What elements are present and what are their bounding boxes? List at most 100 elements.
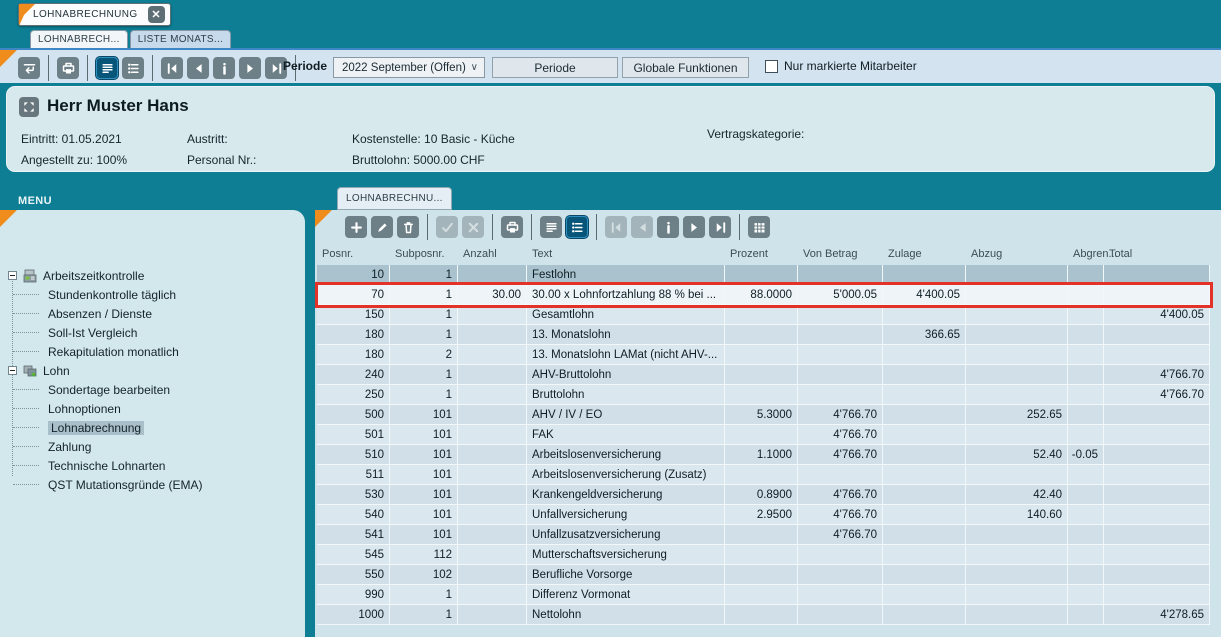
- cell: [883, 405, 966, 425]
- close-icon[interactable]: ✕: [148, 6, 165, 23]
- return-arrow-button[interactable]: [18, 57, 40, 79]
- justify-button[interactable]: [96, 57, 118, 79]
- sidebar-item-label: Lohnabrechnung: [48, 421, 144, 435]
- justify-button[interactable]: [540, 216, 562, 238]
- cell: 13. Monatslohn: [527, 325, 725, 345]
- periode-select[interactable]: 2022 September (Offen) ∨: [333, 57, 485, 78]
- cell: [883, 545, 966, 565]
- window-tab-lohnabrechnung[interactable]: LOHNABRECHNUNG ✕: [18, 3, 171, 26]
- cell: 4'766.70: [798, 445, 883, 465]
- cell: [883, 425, 966, 445]
- table-row[interactable]: 1501Gesamtlohn4'400.05: [317, 305, 1210, 325]
- grid-button[interactable]: [748, 216, 770, 238]
- column-header-anzahl[interactable]: Anzahl: [458, 248, 527, 260]
- list-icon: [570, 220, 585, 235]
- sidebar-item-lohn[interactable]: Lohn: [0, 361, 305, 380]
- sidebar-item-arbeitszeitkontrolle[interactable]: Arbeitszeitkontrolle: [0, 266, 305, 285]
- info-button[interactable]: [657, 216, 679, 238]
- add-button[interactable]: [345, 216, 367, 238]
- table-row[interactable]: 511101Arbeitslosenversicherung (Zusatz): [317, 465, 1210, 485]
- timeclock-icon: [22, 268, 38, 284]
- cell: [966, 465, 1068, 485]
- column-header-text[interactable]: Text: [527, 248, 725, 260]
- table-row[interactable]: 180113. Monatslohn366.65: [317, 325, 1210, 345]
- cell: [458, 545, 527, 565]
- expand-icon[interactable]: [19, 97, 39, 117]
- table-row[interactable]: 180213. Monatslohn LAMat (nicht AHV-...: [317, 345, 1210, 365]
- globale-funktionen-button[interactable]: Globale Funktionen: [622, 57, 749, 78]
- column-header-abzug[interactable]: Abzug: [966, 248, 1068, 260]
- cell: 1: [390, 305, 458, 325]
- column-header-subposnr[interactable]: Subposnr.: [390, 248, 458, 260]
- sidebar-item-lohnabrechnung[interactable]: Lohnabrechnung: [0, 418, 305, 437]
- sidebar-item-rekapitulation-monatlich[interactable]: Rekapitulation monatlich: [0, 342, 305, 361]
- table-row[interactable]: 541101Unfallzusatzversicherung4'766.70: [317, 525, 1210, 545]
- printer-button[interactable]: [501, 216, 523, 238]
- next-record-button[interactable]: [683, 216, 705, 238]
- cell: [966, 305, 1068, 325]
- checkbox-icon[interactable]: [765, 60, 778, 73]
- cell: 52.40: [966, 445, 1068, 465]
- cell: 2.9500: [725, 505, 798, 525]
- cell: Nettolohn: [527, 605, 725, 625]
- last-record-icon: [713, 220, 728, 235]
- cell: 101: [390, 505, 458, 525]
- column-header-prozent[interactable]: Prozent: [725, 248, 798, 260]
- table-row[interactable]: 9901Differenz Vormonat: [317, 585, 1210, 605]
- sidebar-item-qst-mutationsgründe-ema[interactable]: QST Mutationsgründe (EMA): [0, 475, 305, 494]
- cell: 1: [390, 605, 458, 625]
- sidebar-item-zahlung[interactable]: Zahlung: [0, 437, 305, 456]
- tab-lohnabrechnung[interactable]: LOHNABRECH...: [30, 30, 128, 48]
- cell: 4'766.70: [1104, 385, 1210, 405]
- printer-button[interactable]: [57, 57, 79, 79]
- edit-button[interactable]: [371, 216, 393, 238]
- table-row[interactable]: 545112Mutterschaftsversicherung: [317, 545, 1210, 565]
- cell: [966, 265, 1068, 285]
- table-row[interactable]: 101Festlohn: [317, 265, 1210, 285]
- first-record-button[interactable]: [161, 57, 183, 79]
- cell: [1104, 545, 1210, 565]
- table-row[interactable]: 500101AHV / IV / EO5.30004'766.70252.65: [317, 405, 1210, 425]
- last-record-button[interactable]: [709, 216, 731, 238]
- toolbar-separator: [427, 214, 428, 240]
- table-row[interactable]: 2401AHV-Bruttolohn4'766.70: [317, 365, 1210, 385]
- table-row[interactable]: 10001Nettolohn4'278.65: [317, 605, 1210, 625]
- table-row[interactable]: 2501Bruttolohn4'766.70: [317, 385, 1210, 405]
- sidebar-item-sondertage-bearbeiten[interactable]: Sondertage bearbeiten: [0, 380, 305, 399]
- info-button[interactable]: [213, 57, 235, 79]
- field-vertragskategorie: Vertragskategorie:: [707, 127, 804, 141]
- only-marked-checkbox-row[interactable]: Nur markierte Mitarbeiter: [765, 59, 917, 73]
- table-row[interactable]: 70130.0030.00 x Lohnfortzahlung 88 % bei…: [317, 285, 1210, 305]
- tab-liste-monats[interactable]: LISTE MONATS...: [130, 30, 231, 48]
- prev-record-button[interactable]: [187, 57, 209, 79]
- table-row[interactable]: 550102Berufliche Vorsorge: [317, 565, 1210, 585]
- cancel-icon: [466, 220, 481, 235]
- sidebar-item-technische-lohnarten[interactable]: Technische Lohnarten: [0, 456, 305, 475]
- toolbar-separator: [531, 214, 532, 240]
- delete-button[interactable]: [397, 216, 419, 238]
- collapse-icon[interactable]: [8, 271, 17, 280]
- tab-lohnabrechnung-detail[interactable]: LOHNABRECHNU...: [337, 187, 452, 210]
- list-button[interactable]: [566, 216, 588, 238]
- periode-button[interactable]: Periode: [492, 57, 618, 78]
- column-header-abgren[interactable]: Abgren...: [1068, 248, 1104, 260]
- column-header-vonbetrag[interactable]: Von Betrag: [798, 248, 883, 260]
- sidebar-item-soll-ist-vergleich[interactable]: Soll-Ist Vergleich: [0, 323, 305, 342]
- collapse-icon[interactable]: [8, 366, 17, 375]
- table-row[interactable]: 510101Arbeitslosenversicherung1.10004'76…: [317, 445, 1210, 465]
- sidebar-item-absenzen-dienste[interactable]: Absenzen / Dienste: [0, 304, 305, 323]
- list-button[interactable]: [122, 57, 144, 79]
- column-header-posnr[interactable]: Posnr.: [317, 248, 390, 260]
- sidebar-item-stundenkontrolle-täglich[interactable]: Stundenkontrolle täglich: [0, 285, 305, 304]
- cell: Berufliche Vorsorge: [527, 565, 725, 585]
- column-header-total[interactable]: Total: [1104, 248, 1210, 260]
- cell: [1068, 465, 1104, 485]
- column-header-zulage[interactable]: Zulage: [883, 248, 966, 260]
- cell: [966, 585, 1068, 605]
- next-record-button[interactable]: [239, 57, 261, 79]
- cell: 140.60: [966, 505, 1068, 525]
- sidebar-item-lohnoptionen[interactable]: Lohnoptionen: [0, 399, 305, 418]
- table-row[interactable]: 540101Unfallversicherung2.95004'766.7014…: [317, 505, 1210, 525]
- table-row[interactable]: 501101FAK4'766.70: [317, 425, 1210, 445]
- table-row[interactable]: 530101Krankengeldversicherung0.89004'766…: [317, 485, 1210, 505]
